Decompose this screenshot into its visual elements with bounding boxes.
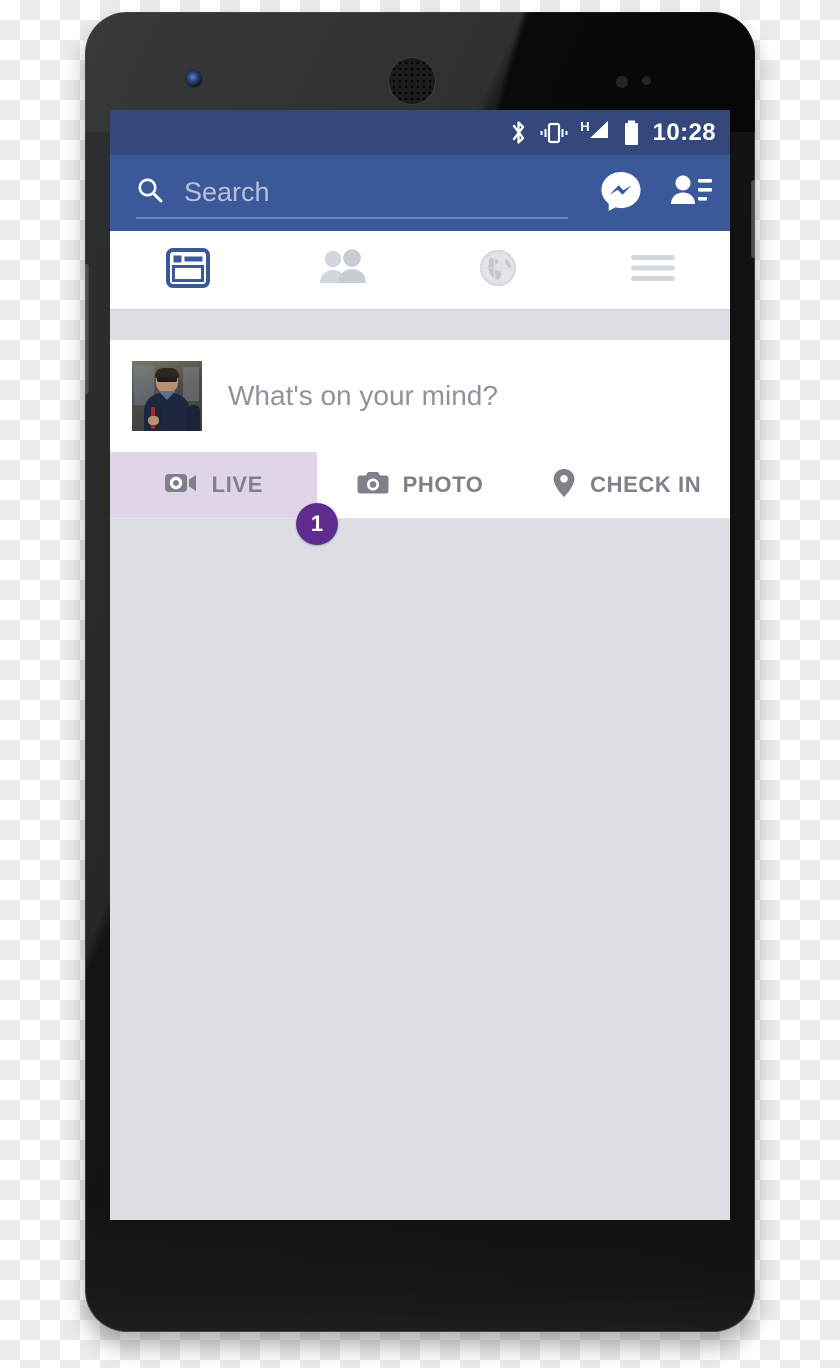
news-feed-content-area[interactable] [110,519,730,1220]
live-button[interactable]: LIVE [110,452,317,518]
search-input[interactable]: Search [136,167,568,219]
tab-news-feed[interactable] [110,231,265,309]
search-placeholder-text: Search [184,176,270,207]
network-type-label: H [580,118,611,147]
status-bar: H 10:28 [110,110,730,155]
vibrate-mode-icon [539,121,569,145]
photo-button[interactable]: PHOTO [317,452,524,518]
tab-menu[interactable] [575,231,730,309]
friend-requests-button[interactable] [660,162,722,224]
status-composer[interactable]: What's on your mind? [110,340,730,452]
hamburger-icon [629,252,677,289]
power-button[interactable] [751,180,755,258]
tab-notifications[interactable] [420,231,575,309]
bluetooth-icon [509,119,528,146]
speaker-grille-icon [389,58,435,104]
check-in-button[interactable]: CHECK IN [523,452,730,518]
news-feed-icon [165,247,211,294]
light-sensor-icon [642,76,651,85]
live-button-label: LIVE [211,472,263,497]
messenger-button[interactable] [590,162,652,224]
avatar [132,361,202,431]
composer-actions-row: LIVE PHOTO CHECK IN 1 [110,452,730,545]
camera-icon [357,470,389,501]
friends-icon [317,248,369,293]
search-icon [136,176,164,209]
proximity-sensor-icon [616,76,628,88]
app-header: Search [110,155,730,231]
messenger-icon [598,168,644,219]
globe-icon [476,246,520,295]
step-badge: 1 [296,503,338,545]
signal-strength-icon [588,118,612,147]
composer-placeholder-text: What's on your mind? [228,380,498,411]
battery-icon [623,120,640,146]
feed-separator-strip [110,309,730,340]
contacts-icon [668,170,714,217]
tab-friends[interactable] [265,231,420,309]
android-smartphone-device: H 10:28 Search What's on your mind? LIVE… [85,12,755,1332]
photo-button-label: PHOTO [402,472,484,497]
front-camera-icon [186,71,202,87]
volume-rocker-button[interactable] [85,264,89,394]
check-in-button-label: CHECK IN [590,472,702,497]
location-pin-icon [552,468,576,503]
navigation-tab-bar [110,231,730,309]
video-camera-icon [164,471,198,500]
phone-screen: H 10:28 Search What's on your mind? LIVE… [110,110,730,1220]
status-bar-clock: 10:28 [652,118,716,146]
